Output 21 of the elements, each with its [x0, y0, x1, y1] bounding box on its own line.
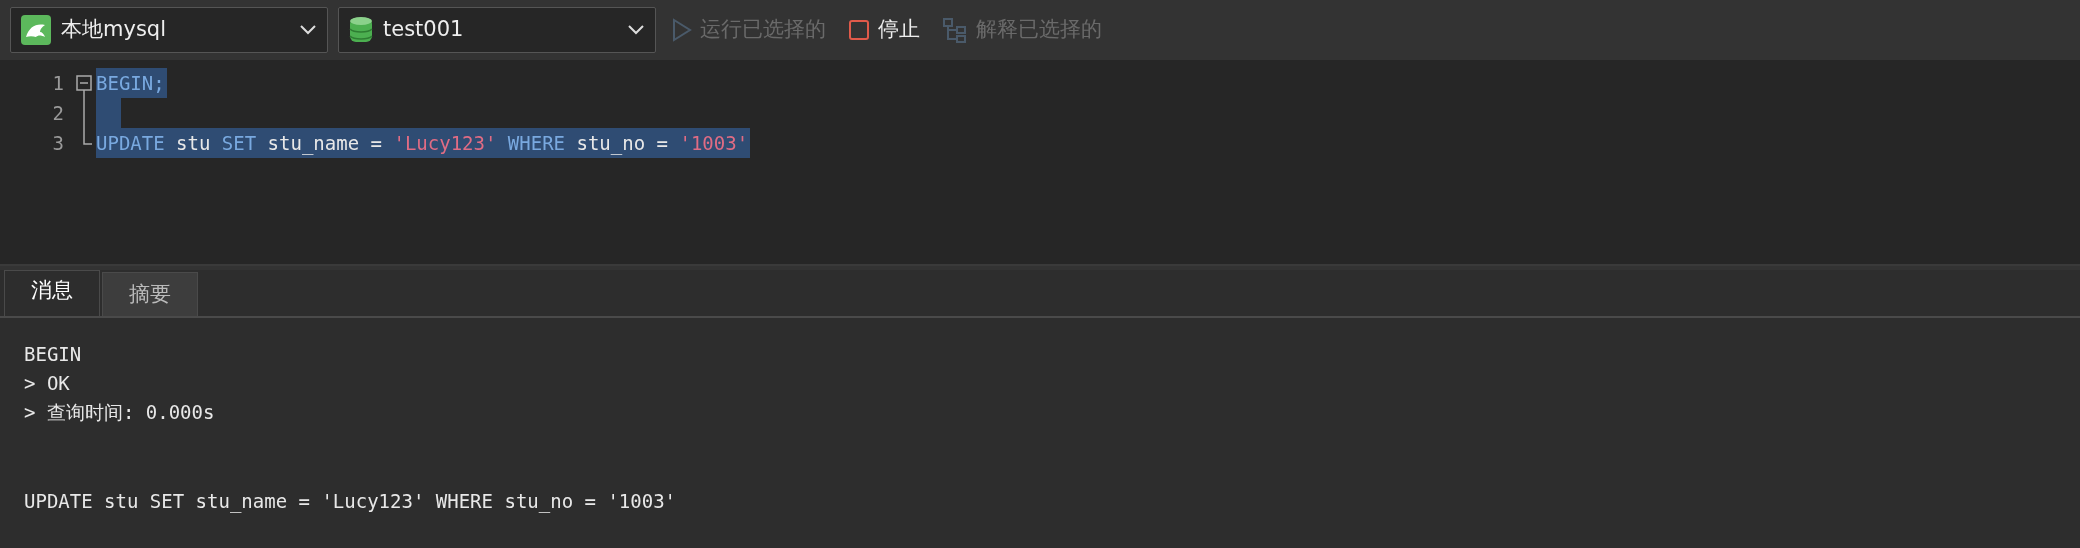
line-number: 2 — [51, 100, 65, 126]
message-line: BEGIN — [24, 342, 83, 367]
chevron-down-icon — [299, 24, 317, 36]
dolphin-icon — [21, 15, 51, 45]
line-number: 1 — [51, 70, 65, 96]
diagram-icon — [942, 17, 968, 43]
fold-end-line — [83, 128, 92, 145]
database-select[interactable]: test001 — [338, 7, 656, 53]
line-number: 3 — [51, 130, 65, 156]
connection-select[interactable]: 本地mysql — [10, 7, 328, 53]
stop-button[interactable]: 停止 — [842, 14, 926, 46]
play-icon — [672, 18, 692, 42]
message-line: UPDATE stu SET stu_name = 'Lucy123' WHERE stu_no = '1003' — [24, 489, 678, 515]
stop-icon — [848, 19, 870, 41]
result-tab[interactable]: 摘要 — [102, 271, 198, 316]
chevron-down-icon — [627, 24, 645, 36]
message-line: > 查询时间: 0.000s — [24, 400, 216, 425]
result-tab[interactable]: 消息 — [4, 270, 100, 316]
fold-line — [83, 98, 85, 128]
message-line: > OK — [24, 371, 71, 396]
database-icon — [349, 15, 373, 45]
